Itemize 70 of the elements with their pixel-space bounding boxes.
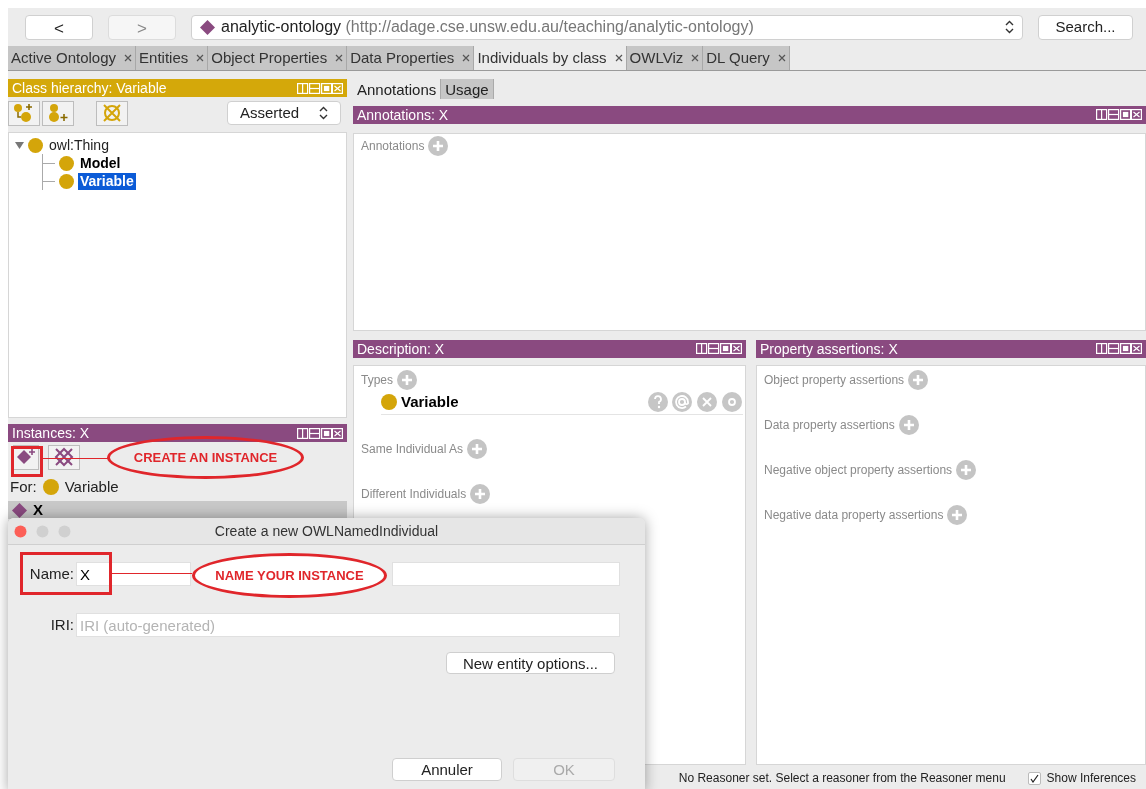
close-icon[interactable] xyxy=(124,54,133,62)
panel-title: Class hierarchy: Variable xyxy=(12,81,167,95)
individual-diamond-icon xyxy=(200,19,215,35)
section-label: Annotations xyxy=(361,137,425,155)
show-inferences-checkbox[interactable]: Show Inferences xyxy=(1027,769,1136,787)
dialog-title: Create a new OWLNamedIndividual xyxy=(214,521,439,541)
window-controls-icon[interactable] xyxy=(14,525,72,538)
tab[interactable]: Object Properties xyxy=(208,46,348,70)
close-icon[interactable] xyxy=(196,54,205,62)
back-button[interactable]: < xyxy=(25,14,93,40)
panel-title: Property assertions: X xyxy=(760,341,898,356)
class-circle-icon xyxy=(28,137,43,153)
expanded-arrow-icon[interactable] xyxy=(15,140,24,150)
close-icon[interactable] xyxy=(691,54,700,62)
status-message: No Reasoner set. Select a reasoner from the Reasoner menu xyxy=(678,770,1006,787)
callout-label: CREATE AN INSTANCE xyxy=(107,436,304,479)
tree-item[interactable]: Variable xyxy=(78,172,136,190)
tab[interactable]: Usage xyxy=(441,79,494,99)
updown-caret-icon xyxy=(1005,20,1014,34)
add-subclass-button[interactable] xyxy=(8,100,40,126)
leader-line xyxy=(42,458,108,459)
checkbox[interactable] xyxy=(1027,771,1041,785)
class-circle-icon xyxy=(42,479,59,495)
individual-list-item[interactable]: X xyxy=(8,501,347,519)
individual-diamond-icon xyxy=(12,502,27,518)
close-icon[interactable] xyxy=(462,54,471,62)
search-button[interactable]: Search... xyxy=(1038,14,1133,40)
highlight-frame xyxy=(11,446,43,477)
add-sibling-button[interactable] xyxy=(42,100,74,126)
new-entity-options-button[interactable]: New entity options... xyxy=(445,652,615,674)
panel-title: Annotations: X xyxy=(357,108,449,122)
name-label: Name: xyxy=(28,563,74,584)
class-name: Variable xyxy=(64,476,119,497)
view-controls-icon[interactable] xyxy=(696,343,742,355)
section-label: Data property assertions xyxy=(764,416,895,434)
section-label: Types xyxy=(361,371,393,389)
tab[interactable]: OWLViz xyxy=(626,46,704,70)
class-circle-icon xyxy=(381,394,397,411)
close-icon[interactable] xyxy=(335,54,344,62)
view-controls-icon[interactable] xyxy=(1096,109,1142,121)
for-label: For: xyxy=(10,476,37,497)
iri-label: IRI: xyxy=(49,614,74,635)
panel-title: Instances: X xyxy=(12,426,90,440)
tab[interactable]: Active Ontology xyxy=(8,46,137,70)
dialog-button[interactable]: Annuler xyxy=(392,758,502,781)
hierarchy-mode-dropdown[interactable]: Asserted xyxy=(227,101,341,125)
view-controls-icon[interactable] xyxy=(1096,343,1142,355)
tree-item[interactable]: owl:Thing xyxy=(47,136,111,154)
panel-title: Description: X xyxy=(357,341,445,356)
section-label: Negative data property assertions xyxy=(764,506,944,524)
class-circle-icon xyxy=(59,173,74,189)
close-icon[interactable] xyxy=(777,54,786,62)
type-entry: Variable xyxy=(401,391,460,412)
section-label: Same Individual As xyxy=(361,440,464,458)
updown-caret-icon xyxy=(319,106,328,120)
tab[interactable]: Entities xyxy=(136,46,209,70)
view-controls-icon[interactable] xyxy=(297,427,343,439)
ontology-dropdown[interactable]: analytic-ontology (http://adage.cse.unsw.edu.au/teaching/analytic-ontology) xyxy=(191,14,1023,40)
ontology-name: analytic-ontology (http://adage.cse.unsw.edu.au/teaching/analytic-ontology) xyxy=(221,17,755,37)
delete-individual-button[interactable] xyxy=(48,444,80,470)
tab[interactable]: Data Properties xyxy=(347,46,475,70)
section-label: Object property assertions xyxy=(764,371,905,389)
iri-input[interactable]: IRI (auto-generated) xyxy=(76,613,620,637)
tab[interactable]: DL Query xyxy=(703,46,790,70)
close-icon[interactable] xyxy=(614,54,623,62)
class-circle-icon xyxy=(59,155,74,171)
section-label: Negative object property assertions xyxy=(764,461,953,479)
section-label: Different Individuals xyxy=(361,485,467,503)
name-input[interactable]: X xyxy=(76,562,191,586)
tree-item[interactable]: Model xyxy=(78,154,123,172)
